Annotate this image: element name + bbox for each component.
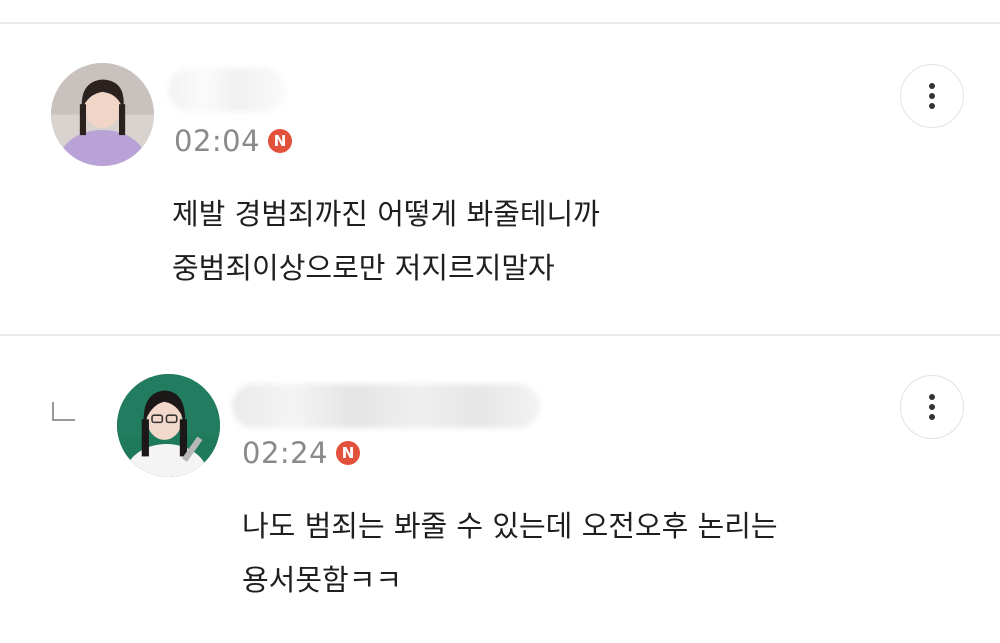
timestamp: 02:24 [242,436,329,470]
more-options-button[interactable] [900,64,964,128]
reply-item: 02:24 N 나도 범죄는 봐줄 수 있는데 오전오후 논리는 용서못함ㅋㅋ [0,336,1000,643]
comment-line: 나도 범죄는 봐줄 수 있는데 오전오후 논리는 [242,509,778,543]
more-options-icon [929,394,935,420]
avatar-image [51,63,154,166]
more-options-button[interactable] [900,375,964,439]
comment-text: 제발 경범죄까진 어떻게 봐줄테니까 중범죄이상으로만 저지르지말자 [172,187,600,295]
timestamp: 02:04 [174,124,261,158]
reply-arrow-icon [52,402,75,421]
new-badge: N [268,129,293,153]
comment-line: 제발 경범죄까진 어떻게 봐줄테니까 [172,197,600,231]
username-redacted [232,384,540,428]
comment-meta: 02:24 N [242,436,361,470]
avatar[interactable] [117,374,220,477]
comment-item: 02:04 N 제발 경범죄까진 어떻게 봐줄테니까 중범죄이상으로만 저지르지… [0,24,1000,334]
new-badge: N [336,441,361,465]
comment-meta: 02:04 N [174,124,293,158]
avatar[interactable] [51,63,154,166]
username-redacted [168,68,286,112]
comment-line: 용서못함ㅋㅋ [242,563,403,597]
avatar-image [117,374,220,477]
more-options-icon [929,83,935,109]
comment-text: 나도 범죄는 봐줄 수 있는데 오전오후 논리는 용서못함ㅋㅋ [242,499,778,607]
comment-line: 중범죄이상으로만 저지르지말자 [172,251,555,285]
